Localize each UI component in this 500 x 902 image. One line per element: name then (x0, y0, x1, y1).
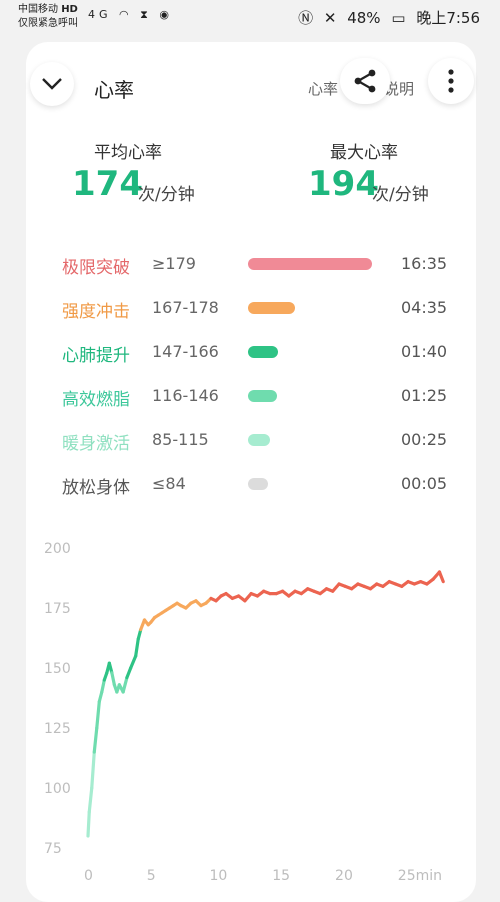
x-tick-label: 20 (335, 868, 353, 884)
collapse-button[interactable] (30, 62, 74, 106)
hr-line-segment (100, 678, 106, 694)
heart-rate-chart: 200 175 150 125 100 75 0 5 10 15 20 25min (44, 541, 445, 884)
page-title: 心率 (94, 78, 134, 102)
x-tick-label: 25min (398, 868, 442, 884)
hr-line-segment (86, 810, 91, 838)
zone-time: 16:35 (401, 254, 448, 273)
signal-icon: 4G (88, 8, 112, 21)
hr-line-segment (110, 671, 116, 687)
zone-duration-bar (248, 302, 295, 314)
chevron-down-icon (42, 78, 62, 90)
zone-duration-bar (248, 258, 372, 270)
more-vertical-icon (448, 69, 454, 93)
app-icon: ◉ (159, 8, 173, 21)
y-tick-label: 175 (44, 601, 71, 617)
x-tick-label: 10 (210, 868, 228, 884)
zone-name: 心肺提升 (62, 346, 130, 366)
hr-line-segment (90, 750, 96, 790)
y-tick-label: 125 (44, 721, 71, 737)
status-bar: 中国移动 HD 仅限紧急呼叫 4G ◠ ⧗ ◉ Ⓝ ✕ 48% ▭ 晚上7:56 (0, 0, 500, 36)
hourglass-icon: ⧗ (140, 8, 152, 21)
x-tick-label: 15 (272, 868, 290, 884)
wifi-icon: ◠ (119, 8, 133, 21)
y-tick-label: 75 (44, 841, 62, 857)
hr-line-segment (92, 726, 99, 754)
zone-time: 01:25 (401, 386, 448, 405)
x-tick-label: 5 (147, 868, 156, 884)
zone-duration-bar (248, 346, 278, 358)
share-icon (354, 69, 376, 93)
hr-line-segment (95, 699, 101, 730)
avg-hr-label: 平均心率 (94, 143, 162, 163)
y-tick-label: 200 (44, 541, 71, 557)
zone-time: 00:25 (401, 430, 448, 449)
hr-line-segment (129, 654, 138, 670)
y-tick-label: 100 (44, 781, 71, 797)
hr-line-segment (121, 675, 129, 694)
zone-duration-bar (248, 390, 277, 402)
zone-time: 00:05 (401, 474, 448, 493)
hr-line-segment (437, 570, 445, 584)
mute-icon: ✕ (323, 9, 337, 27)
zone-range: ≥179 (152, 254, 196, 273)
zone-duration-bar (248, 434, 270, 446)
hd-badge: HD (61, 4, 78, 15)
avg-hr-value: 174 (72, 164, 143, 204)
battery-icon: ▭ (391, 9, 406, 27)
max-hr-label: 最大心率 (330, 143, 398, 163)
zone-time: 04:35 (401, 298, 448, 317)
zone-range: 147-166 (152, 342, 219, 361)
more-button[interactable] (428, 58, 474, 104)
zone-range: 116-146 (152, 386, 219, 405)
zone-name: 放松身体 (62, 478, 130, 498)
zone-name: 高效燃脂 (62, 390, 130, 410)
zone-range: 85-115 (152, 430, 209, 449)
status-right: Ⓝ ✕ 48% ▭ 晚上7:56 (292, 7, 480, 28)
hr-line-segment (134, 637, 140, 658)
x-tick-label: 0 (84, 868, 93, 884)
zone-name: 暖身激活 (62, 434, 130, 454)
clock: 晚上7:56 (416, 9, 480, 27)
y-tick-label: 150 (44, 661, 71, 677)
hr-line-segment (87, 786, 94, 814)
zone-name: 强度冲击 (62, 302, 130, 322)
max-hr-value: 194 (308, 164, 379, 204)
share-button[interactable] (340, 58, 390, 104)
zone-range: ≤84 (152, 474, 186, 493)
status-icons: 4G ◠ ⧗ ◉ (88, 8, 173, 22)
nfc-icon: Ⓝ (298, 9, 314, 27)
carrier-info: 中国移动 HD 仅限紧急呼叫 (18, 4, 78, 29)
zone-duration-bar (248, 478, 268, 490)
max-hr-unit: 次/分钟 (372, 185, 429, 205)
battery-percent: 48% (347, 9, 381, 27)
zone-time: 01:40 (401, 342, 448, 361)
zone-name: 极限突破 (62, 258, 130, 278)
avg-hr-unit: 次/分钟 (138, 185, 195, 205)
zone-range: 167-178 (152, 298, 219, 317)
